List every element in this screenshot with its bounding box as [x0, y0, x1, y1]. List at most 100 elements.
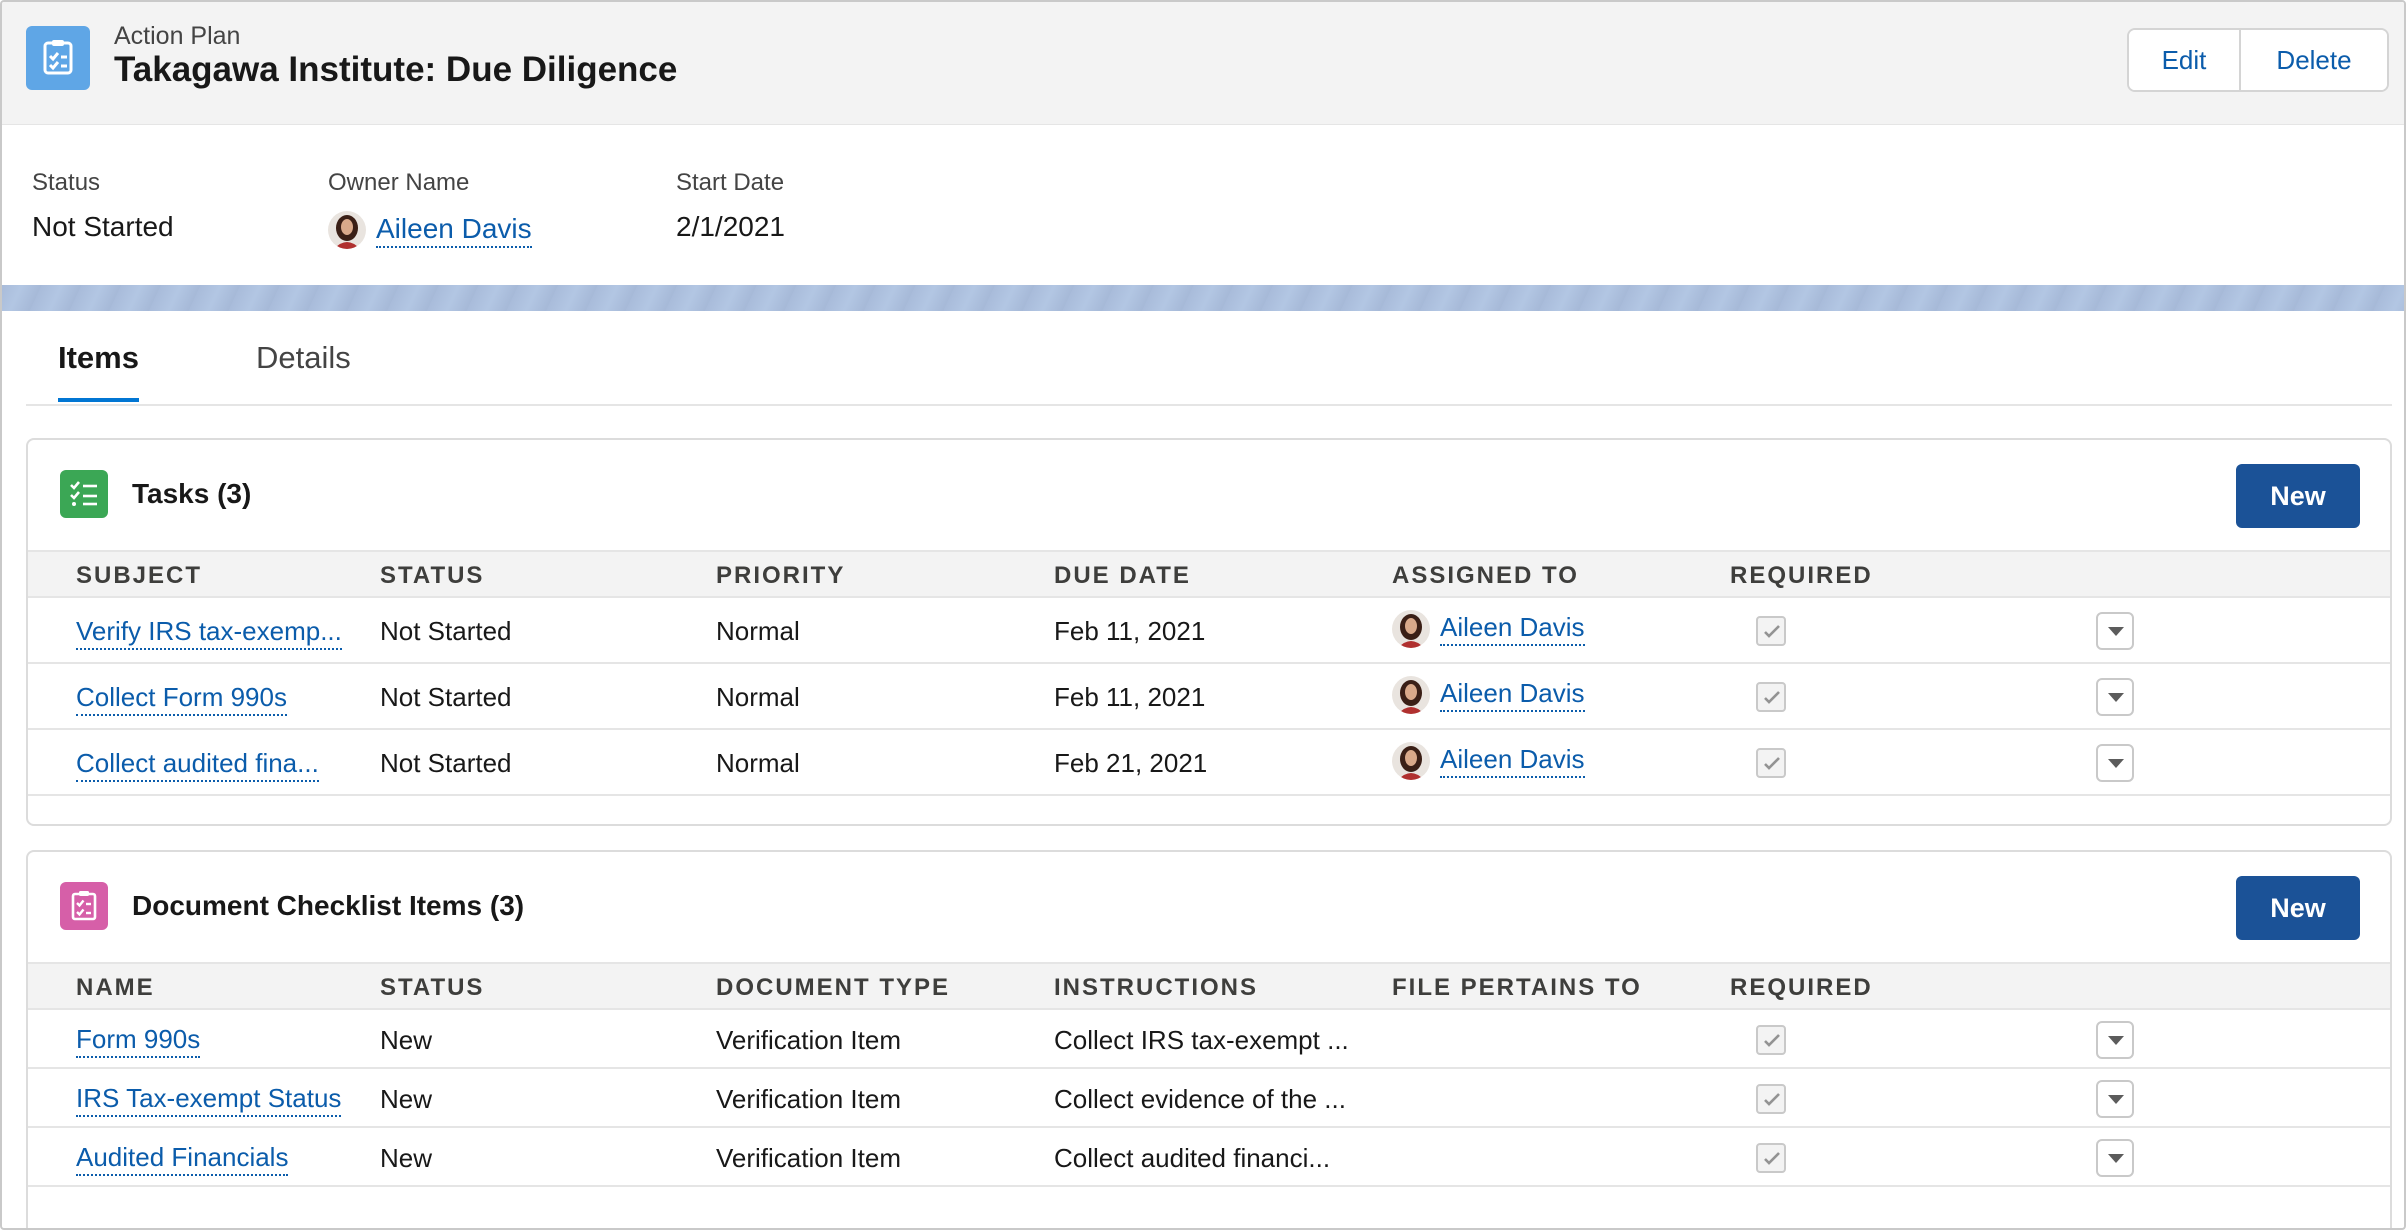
task-due-date: Feb 21, 2021	[1054, 748, 1208, 778]
edit-button[interactable]: Edit	[2129, 30, 2241, 90]
status-value: Not Started	[32, 211, 174, 242]
task-assigned-link[interactable]: Aileen Davis	[1440, 612, 1585, 646]
doc-name-cell: Form 990s	[76, 1024, 201, 1058]
documents-table: NAME STATUS DOCUMENT TYPE INSTRUCTIONS F…	[28, 962, 2390, 1187]
start-date-field: Start Date 2/1/2021	[676, 169, 785, 243]
object-type-label: Action Plan	[114, 22, 241, 50]
status-label: Status	[32, 169, 101, 196]
row-actions-menu-button[interactable]	[2096, 678, 2134, 716]
required-checkbox	[1756, 616, 1786, 646]
doc-type: Verification Item	[716, 1025, 901, 1055]
tasks-table-body: Verify IRS tax-exemp... Not Started Normal…	[28, 598, 2390, 796]
col-priority[interactable]: PRIORITY	[716, 562, 845, 590]
doc-type: Verification Item	[716, 1143, 901, 1173]
task-subject-link[interactable]: Collect audited fina...	[76, 748, 319, 782]
col-required[interactable]: REQUIRED	[1730, 974, 1873, 1002]
page-title: Takagawa Institute: Due Diligence	[114, 50, 678, 89]
owner-value: Aileen Davis	[328, 211, 532, 249]
col-subject[interactable]: SUBJECT	[76, 562, 202, 590]
col-status[interactable]: STATUS	[380, 974, 484, 1002]
required-checkbox	[1756, 748, 1786, 778]
table-row: IRS Tax-exempt Status New Verification Ite…	[28, 1069, 2390, 1128]
task-priority: Normal	[716, 616, 800, 646]
tasks-table: SUBJECT STATUS PRIORITY DUE DATE ASSIGNE…	[28, 550, 2390, 796]
avatar	[1392, 742, 1430, 780]
col-file-pertains-to[interactable]: FILE PERTAINS TO	[1392, 974, 1642, 1002]
documents-table-header: NAME STATUS DOCUMENT TYPE INSTRUCTIONS F…	[28, 962, 2390, 1010]
doc-instructions: Collect evidence of the ...	[1054, 1084, 1346, 1114]
tab-details[interactable]: Details	[256, 340, 351, 398]
col-name[interactable]: NAME	[76, 974, 155, 1002]
tasks-table-header: SUBJECT STATUS PRIORITY DUE DATE ASSIGNE…	[28, 550, 2390, 598]
documents-table-body: Form 990s New Verification Item Collect IRS…	[28, 1010, 2390, 1187]
avatar	[1392, 676, 1430, 714]
required-checkbox	[1756, 682, 1786, 712]
task-list-icon	[60, 470, 108, 518]
task-subject-cell: Collect audited fina...	[76, 748, 319, 782]
owner-label: Owner Name	[328, 169, 470, 196]
col-status[interactable]: STATUS	[380, 562, 484, 590]
delete-button[interactable]: Delete	[2241, 30, 2387, 90]
table-row: Collect Form 990s Not Started Normal Feb 11…	[28, 664, 2390, 730]
new-document-button[interactable]: New	[2236, 876, 2360, 940]
doc-instructions: Collect IRS tax-exempt ...	[1054, 1025, 1349, 1055]
start-date-label: Start Date	[676, 169, 785, 196]
doc-name-link[interactable]: Audited Financials	[76, 1142, 289, 1176]
doc-type: Verification Item	[716, 1084, 901, 1114]
table-row: Verify IRS tax-exemp... Not Started Normal…	[28, 598, 2390, 664]
task-subject-link[interactable]: Collect Form 990s	[76, 682, 287, 716]
tasks-card: Tasks (3) New SUBJECT STATUS PRIORITY DU…	[26, 438, 2392, 826]
tab-bar: Items Details	[26, 322, 2392, 406]
new-task-button[interactable]: New	[2236, 464, 2360, 528]
highlights-panel: Status Not Started Owner Name Aileen Dav…	[2, 125, 2404, 285]
avatar	[1392, 610, 1430, 648]
row-actions-menu-button[interactable]	[2096, 1139, 2134, 1177]
row-actions-menu-button[interactable]	[2096, 612, 2134, 650]
doc-name-cell: Audited Financials	[76, 1142, 289, 1176]
record-header: Action Plan Takagawa Institute: Due Dili…	[2, 2, 2404, 125]
header-actions: Edit Delete	[2127, 28, 2389, 92]
task-assigned-link[interactable]: Aileen Davis	[1440, 678, 1585, 712]
col-document-type[interactable]: DOCUMENT TYPE	[716, 974, 950, 1002]
col-required[interactable]: REQUIRED	[1730, 562, 1873, 590]
record-page: Action Plan Takagawa Institute: Due Dili…	[0, 0, 2406, 1230]
tasks-title: Tasks (3)	[132, 478, 252, 509]
task-due-date: Feb 11, 2021	[1054, 682, 1206, 712]
doc-status: New	[380, 1143, 433, 1173]
task-status: Not Started	[380, 682, 512, 712]
owner-link[interactable]: Aileen Davis	[376, 213, 532, 248]
table-row: Form 990s New Verification Item Collect IRS…	[28, 1010, 2390, 1069]
doc-name-cell: IRS Tax-exempt Status	[76, 1083, 342, 1117]
decorative-banner	[2, 285, 2404, 311]
col-instructions[interactable]: INSTRUCTIONS	[1054, 974, 1258, 1002]
task-assigned-link[interactable]: Aileen Davis	[1440, 744, 1585, 778]
table-row: Collect audited fina... Not Started Normal…	[28, 730, 2390, 796]
action-plan-icon	[26, 26, 90, 90]
status-field: Status Not Started	[32, 169, 174, 243]
required-checkbox	[1756, 1143, 1786, 1173]
doc-name-link[interactable]: Form 990s	[76, 1024, 201, 1058]
documents-title: Document Checklist Items (3)	[132, 890, 525, 921]
doc-status: New	[380, 1025, 433, 1055]
required-checkbox	[1756, 1084, 1786, 1114]
task-assigned-cell: Aileen Davis	[1392, 676, 1585, 714]
task-assigned-cell: Aileen Davis	[1392, 610, 1585, 648]
col-due-date[interactable]: DUE DATE	[1054, 562, 1191, 590]
task-subject-link[interactable]: Verify IRS tax-exemp...	[76, 616, 342, 650]
doc-instructions: Collect audited financi...	[1054, 1143, 1331, 1173]
document-checklist-icon	[60, 882, 108, 930]
documents-card: Document Checklist Items (3) New NAME ST…	[26, 850, 2392, 1228]
task-assigned-cell: Aileen Davis	[1392, 742, 1585, 780]
col-assigned-to[interactable]: ASSIGNED TO	[1392, 562, 1579, 590]
task-status: Not Started	[380, 748, 512, 778]
start-date-value: 2/1/2021	[676, 211, 785, 242]
row-actions-menu-button[interactable]	[2096, 1080, 2134, 1118]
row-actions-menu-button[interactable]	[2096, 1021, 2134, 1059]
task-priority: Normal	[716, 748, 800, 778]
avatar	[328, 211, 366, 249]
tab-items[interactable]: Items	[58, 340, 139, 402]
task-subject-cell: Collect Form 990s	[76, 682, 287, 716]
doc-name-link[interactable]: IRS Tax-exempt Status	[76, 1083, 342, 1117]
table-row: Audited Financials New Verification Item Co…	[28, 1128, 2390, 1187]
row-actions-menu-button[interactable]	[2096, 744, 2134, 782]
